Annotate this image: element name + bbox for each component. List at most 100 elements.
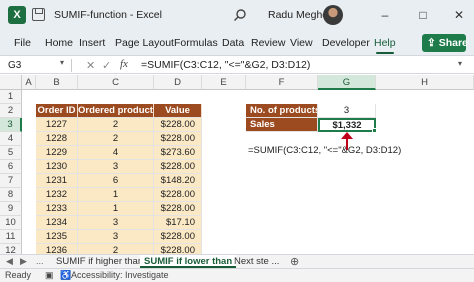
sheet-tab-sumif-higher[interactable]: SUMIF if higher than [52, 255, 147, 268]
title-bar: X SUMIF-function - Excel Radu Meghes – □… [0, 0, 474, 30]
sales-label[interactable]: Sales [246, 118, 318, 132]
table-cell[interactable]: 1234 [36, 216, 78, 230]
column-header-d[interactable]: D [154, 75, 202, 90]
spreadsheet-grid[interactable]: A B C D E F G H 1 2 3 4 5 6 7 8 9 10 11 … [0, 75, 474, 258]
search-icon[interactable] [233, 8, 247, 22]
restore-button[interactable]: □ [414, 6, 432, 24]
row-header[interactable]: 11 [0, 230, 22, 244]
column-header-e[interactable]: E [202, 75, 246, 90]
table-cell[interactable]: $228.00 [154, 230, 202, 244]
name-box-dropdown-icon[interactable]: ▾ [60, 58, 64, 67]
sheet-tabs-bar: ◀ ▶ ... SUMIF if higher than SUMIF if lo… [0, 254, 474, 268]
table-cell[interactable]: 2 [78, 118, 154, 132]
no-of-products-label[interactable]: No. of products [246, 104, 318, 118]
tab-formulas[interactable]: Formulas [174, 37, 218, 49]
tab-help[interactable]: Help [374, 37, 396, 54]
window-title: SUMIF-function - Excel [54, 9, 162, 21]
next-sheet-icon[interactable]: ▶ [20, 256, 27, 267]
tab-page-layout[interactable]: Page Layout [115, 37, 174, 49]
table-cell[interactable]: $228.00 [154, 202, 202, 216]
row-header[interactable]: 1 [0, 90, 22, 104]
sheet-tab-sumif-lower[interactable]: SUMIF if lower than [140, 255, 237, 268]
sheet-tab-next-steps[interactable]: Next ste ... [230, 255, 283, 268]
share-icon: ⇪ [427, 37, 439, 49]
avatar[interactable] [323, 5, 343, 25]
tab-data[interactable]: Data [222, 37, 244, 49]
prev-sheet-icon[interactable]: ◀ [6, 256, 13, 267]
share-button[interactable]: ⇪ Share [422, 34, 468, 52]
table-cell[interactable]: 1228 [36, 132, 78, 146]
no-of-products-value[interactable]: 3 [318, 104, 376, 118]
table-cell[interactable]: 1230 [36, 160, 78, 174]
row-header[interactable]: 4 [0, 132, 22, 146]
row-header[interactable]: 10 [0, 216, 22, 230]
macro-record-icon[interactable]: ▣ [45, 270, 54, 281]
expand-formula-bar-icon[interactable]: ▾ [458, 59, 462, 68]
table-cell[interactable]: 2 [78, 132, 154, 146]
sales-value-cell[interactable]: $1,332 [318, 118, 376, 132]
table-header-ordered-products[interactable]: Ordered products [78, 104, 154, 118]
table-cell[interactable]: $228.00 [154, 188, 202, 202]
table-header-order-id[interactable]: Order ID [36, 104, 78, 118]
table-cell[interactable]: 1233 [36, 202, 78, 216]
formula-input[interactable]: =SUMIF(C3:C12, "<="&G2, D3:D12) [141, 59, 310, 71]
table-cell[interactable]: $273.60 [154, 146, 202, 160]
fill-handle[interactable] [372, 128, 377, 133]
column-header-b[interactable]: B [36, 75, 78, 90]
accessibility-icon[interactable]: ♿ [60, 270, 71, 281]
formula-annotation: =SUMIF(C3:C12, "<="&G2, D3:D12) [248, 145, 402, 156]
row-header[interactable]: 5 [0, 146, 22, 160]
save-icon[interactable] [32, 8, 45, 21]
tab-insert[interactable]: Insert [79, 37, 105, 49]
table-cell[interactable]: 4 [78, 146, 154, 160]
more-sheets-left[interactable]: ... [36, 256, 44, 266]
minimize-button[interactable]: – [376, 6, 394, 24]
row-header[interactable]: 6 [0, 160, 22, 174]
table-cell[interactable]: $17.10 [154, 216, 202, 230]
column-header-f[interactable]: F [246, 75, 318, 90]
table-cell[interactable]: 1 [78, 188, 154, 202]
formula-bar: G3 ▾ ✕ ✓ fx =SUMIF(C3:C12, "<="&G2, D3:D… [0, 57, 474, 74]
status-ready: Ready [5, 270, 32, 280]
table-cell[interactable]: 1227 [36, 118, 78, 132]
table-cell[interactable]: 1 [78, 202, 154, 216]
row-header[interactable]: 3 [0, 118, 22, 132]
tab-file[interactable]: File [14, 37, 31, 49]
table-cell[interactable]: $228.00 [154, 118, 202, 132]
row-header[interactable]: 9 [0, 202, 22, 216]
tab-review[interactable]: Review [251, 37, 285, 49]
tab-developer[interactable]: Developer [322, 37, 370, 49]
table-cell[interactable]: 6 [78, 174, 154, 188]
table-cell[interactable]: 1232 [36, 188, 78, 202]
enter-icon[interactable]: ✓ [102, 59, 111, 72]
column-header-c[interactable]: C [78, 75, 154, 90]
tab-view[interactable]: View [290, 37, 313, 49]
row-header[interactable]: 2 [0, 104, 22, 118]
insert-function-icon[interactable]: fx [120, 58, 128, 70]
table-cell[interactable]: $228.00 [154, 132, 202, 146]
column-header-h[interactable]: H [376, 75, 474, 90]
excel-logo-icon: X [8, 6, 26, 24]
status-bar: Ready ▣ ♿ Accessibility: Investigate [0, 268, 474, 282]
table-cell[interactable]: 3 [78, 216, 154, 230]
close-button[interactable]: ✕ [450, 6, 468, 24]
select-all-corner[interactable] [0, 75, 22, 90]
row-header[interactable]: 7 [0, 174, 22, 188]
table-cell[interactable]: 3 [78, 160, 154, 174]
add-sheet-icon[interactable]: ⊕ [290, 255, 299, 268]
cancel-icon[interactable]: ✕ [86, 59, 95, 72]
column-header-g[interactable]: G [318, 75, 376, 90]
table-cell[interactable]: 1231 [36, 174, 78, 188]
row-header[interactable]: 8 [0, 188, 22, 202]
table-cell[interactable]: 1235 [36, 230, 78, 244]
column-header-a[interactable]: A [22, 75, 36, 90]
table-header-value[interactable]: Value [154, 104, 202, 118]
table-cell[interactable]: $148.20 [154, 174, 202, 188]
table-cell[interactable]: $228.00 [154, 160, 202, 174]
ribbon-tabs: File Home Insert Page Layout Formulas Da… [0, 30, 474, 56]
accessibility-status[interactable]: Accessibility: Investigate [71, 270, 169, 280]
tab-home[interactable]: Home [45, 37, 73, 49]
table-cell[interactable]: 3 [78, 230, 154, 244]
table-cell[interactable]: 1229 [36, 146, 78, 160]
share-label: Share [438, 37, 468, 49]
